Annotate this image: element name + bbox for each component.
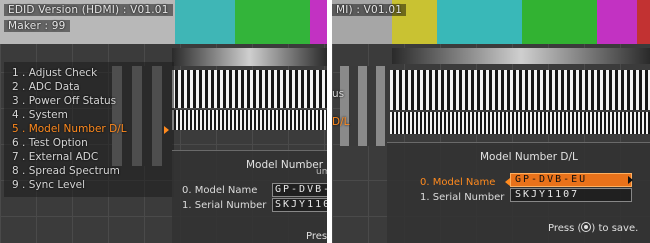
dialog-title: Model Number D/L (480, 151, 578, 163)
serial-number-field[interactable]: SKJY1107 (510, 188, 632, 202)
save-hint-prefix: Press ( (548, 223, 582, 234)
color-bar-magenta (310, 0, 327, 44)
menu-item-test-option[interactable]: 6 . Test Option (12, 137, 88, 149)
menu-item-adc-data[interactable]: 2 . ADC Data (12, 81, 80, 93)
menu-item-system[interactable]: 4 . System (12, 109, 68, 121)
menu-item-spread-spectrum[interactable]: 8 . Spread Spectrum (12, 165, 120, 177)
ok-button-icon (581, 222, 592, 232)
serial-number-label: 1. Serial Number (182, 200, 267, 211)
save-hint-suffix: ) to save. (591, 223, 639, 234)
model-name-value: GP-DVB-EU (515, 174, 588, 185)
right-tv-photo: MI) : V01.01 us D/L Model Number D/L 0. … (332, 0, 650, 243)
color-bar-green (235, 0, 310, 44)
save-hint: Press ( ) to save. (548, 222, 638, 234)
color-bar-cyan (437, 0, 522, 44)
menu-item-adjust-check[interactable]: 1 . Adjust Check (12, 67, 97, 79)
serial-number-field[interactable]: SKJY110 (272, 198, 327, 212)
menu-item-power-off-status[interactable]: 3 . Power Off Status (12, 95, 116, 107)
gray-ramp (172, 48, 327, 66)
serial-number-value: SKJY1107 (515, 189, 580, 200)
left-tv-photo: EDID Version (HDMI) : V01.01 Maker : 99 … (0, 0, 327, 243)
maker-text: Maker : 99 (4, 20, 70, 32)
edid-version-text: EDID Version (HDMI) : V01.01 (4, 4, 173, 16)
model-name-field[interactable]: GP-DVB-EU (510, 173, 632, 187)
color-bar-green (522, 0, 597, 44)
serial-number-label: 1. Serial Number (420, 192, 505, 203)
dialog-title-fragment: um (316, 167, 327, 177)
model-name-field[interactable]: GP-DVB- (272, 183, 327, 197)
resolution-stripes (172, 70, 327, 108)
gray-ramp (392, 48, 650, 64)
serial-number-value: SKJY110 (275, 199, 327, 210)
model-name-label: 0. Model Name (182, 185, 258, 196)
fine-resolution-stripes (390, 112, 650, 134)
color-bar-red (637, 0, 650, 44)
color-bar-cyan (175, 0, 235, 44)
resolution-stripes (390, 70, 650, 110)
fine-resolution-stripes (172, 110, 327, 130)
menu-item-model-number-dl[interactable]: 5 . Model Number D/L (12, 123, 127, 135)
gray-bars (340, 66, 390, 146)
menu-fragment-status: us (332, 88, 345, 100)
menu-item-sync-level[interactable]: 9 . Sync Level (12, 179, 85, 191)
edid-version-fragment: MI) : V01.01 (332, 4, 407, 16)
increment-arrow-icon[interactable] (628, 176, 633, 184)
model-name-label: 0. Model Name (420, 177, 496, 188)
color-bar-magenta (597, 0, 637, 44)
menu-submenu-arrow-icon (164, 126, 169, 134)
model-name-value: GP-DVB- (275, 184, 327, 195)
press-hint-fragment: Press (306, 231, 327, 242)
menu-fragment-model-dl: D/L (332, 116, 350, 128)
menu-item-external-adc[interactable]: 7 . External ADC (12, 151, 98, 163)
dialog-title: Model Number D/L (246, 159, 327, 171)
